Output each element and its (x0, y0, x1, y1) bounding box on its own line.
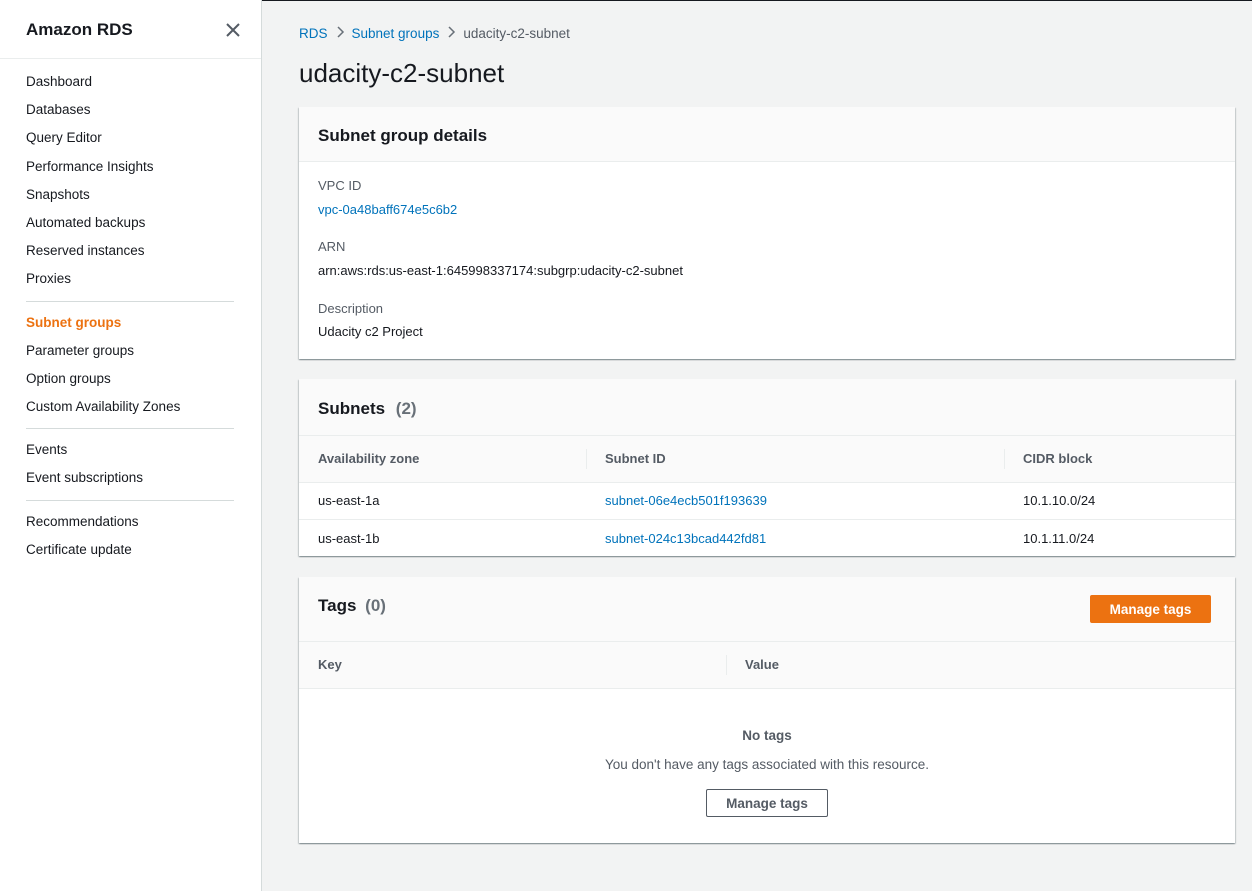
column-header-key[interactable]: Key (299, 642, 726, 689)
manage-tags-button[interactable]: Manage tags (1090, 595, 1211, 623)
manage-tags-empty-button[interactable]: Manage tags (706, 789, 828, 817)
sidebar-header: Amazon RDS (0, 0, 261, 59)
panel-title: Subnet group details (318, 126, 488, 145)
az-cell: us-east-1b (318, 531, 380, 546)
nav-group: Recommendations Certificate update (0, 508, 261, 564)
table-row: us-east-1b subnet-024c13bcad442fd81 10.1… (299, 520, 1235, 558)
arn-label: ARN (318, 239, 346, 254)
subnet-id-cell: subnet-024c13bcad442fd81 (586, 520, 1004, 558)
column-header-cidr-block[interactable]: CIDR block (1004, 436, 1235, 483)
az-cell: us-east-1a (299, 482, 586, 520)
sidebar-item-automated-backups[interactable]: Automated backups (26, 209, 261, 237)
tags-title: Tags (318, 596, 357, 615)
sidebar-item-event-subscriptions[interactable]: Event subscriptions (26, 464, 261, 492)
vpc-id-link[interactable]: vpc-0a48baff674e5c6b2 (318, 202, 457, 217)
breadcrumb-item-rds[interactable]: RDS (299, 26, 328, 41)
sidebar-item-parameter-groups[interactable]: Parameter groups (26, 337, 261, 365)
column-header-subnet-id[interactable]: Subnet ID (586, 436, 1004, 483)
vpc-id-label: VPC ID (318, 178, 362, 193)
description-value: Udacity c2 Project (318, 324, 423, 339)
top-border (262, 0, 1252, 1)
arn-value: arn:aws:rds:us-east-1:645998337174:subgr… (318, 263, 683, 278)
page-title: udacity-c2-subnet (299, 58, 505, 88)
sidebar-item-dashboard[interactable]: Dashboard (26, 68, 261, 96)
cidr-cell: 10.1.10.0/24 (1004, 482, 1235, 520)
sidebar-item-recommendations[interactable]: Recommendations (26, 508, 261, 536)
subnets-count: (2) (395, 399, 417, 418)
description-label: Description (318, 301, 384, 316)
subnets-table: Availability zone Subnet ID CIDR block u… (299, 436, 1235, 557)
chevron-right-icon (439, 26, 463, 41)
nav-group: Dashboard Databases Query Editor Performanc… (0, 68, 261, 294)
subnet-id-link[interactable]: subnet-06e4ecb501f193639 (605, 493, 767, 508)
sidebar-item-databases[interactable]: Databases (26, 96, 261, 124)
tags-count: (0) (365, 596, 386, 615)
sidebar-item-query-editor[interactable]: Query Editor (26, 124, 261, 152)
panel-title: Subnets (2) (318, 399, 417, 419)
subnets-title: Subnets (318, 399, 386, 418)
subnet-id-cell: subnet-06e4ecb501f193639 (586, 482, 1004, 520)
nav-divider (26, 300, 234, 302)
sidebar-item-custom-availability-zones[interactable]: Custom Availability Zones (26, 393, 261, 421)
subnet-id-link[interactable]: subnet-024c13bcad442fd81 (605, 531, 766, 546)
table-row: us-east-1a subnet-06e4ecb501f193639 10.1… (299, 482, 1235, 520)
breadcrumb-item-subnet-groups[interactable]: Subnet groups (352, 26, 440, 41)
sidebar-item-reserved-instances[interactable]: Reserved instances (26, 237, 261, 265)
nav-group: Events Event subscriptions (0, 436, 261, 492)
panel-header: Tags (0) Manage tags (299, 577, 1235, 642)
column-header-availability-zone[interactable]: Availability zone (299, 436, 586, 483)
subnet-group-details-panel: Subnet group details VPC ID vpc-0a48baff… (299, 107, 1235, 359)
column-header-value[interactable]: Value (726, 642, 1235, 689)
panel-header: Subnets (2) (299, 379, 1235, 436)
chevron-right-icon (328, 26, 352, 41)
tags-panel: Tags (0) Manage tags Key Value No tags Y… (299, 577, 1235, 843)
cidr-cell: 10.1.11.0/24 (1023, 531, 1095, 546)
sidebar-item-events[interactable]: Events (26, 436, 261, 464)
breadcrumb-current: udacity-c2-subnet (463, 26, 570, 41)
sidebar-item-certificate-update[interactable]: Certificate update (26, 536, 261, 564)
breadcrumb: RDS Subnet groups udacity-c2-subnet (299, 26, 570, 41)
sidebar: Amazon RDS Dashboard Databases Query Edito… (0, 0, 262, 891)
nav-divider (26, 428, 234, 430)
sidebar-item-snapshots[interactable]: Snapshots (26, 181, 261, 209)
close-icon[interactable] (223, 20, 243, 40)
panel-title: Tags (0) (318, 596, 386, 616)
sidebar-item-option-groups[interactable]: Option groups (26, 365, 261, 393)
sidebar-title: Amazon RDS (26, 20, 133, 39)
empty-state-text: You don't have any tags associated with … (604, 757, 930, 772)
subnets-panel: Subnets (2) Availability zone Subnet ID … (299, 379, 1235, 556)
nav-group: Subnet groups Parameter groups Option grou… (0, 309, 261, 422)
nav-divider (26, 499, 234, 501)
sidebar-item-performance-insights[interactable]: Performance Insights (26, 153, 261, 181)
sidebar-item-subnet-groups[interactable]: Subnet groups (26, 309, 261, 337)
empty-state-title: No tags (742, 728, 792, 743)
tags-table: Key Value (299, 642, 1235, 689)
sidebar-item-proxies[interactable]: Proxies (26, 265, 261, 293)
panel-header: Subnet group details (299, 107, 1235, 162)
sidebar-nav: Dashboard Databases Query Editor Performanc… (0, 59, 261, 564)
